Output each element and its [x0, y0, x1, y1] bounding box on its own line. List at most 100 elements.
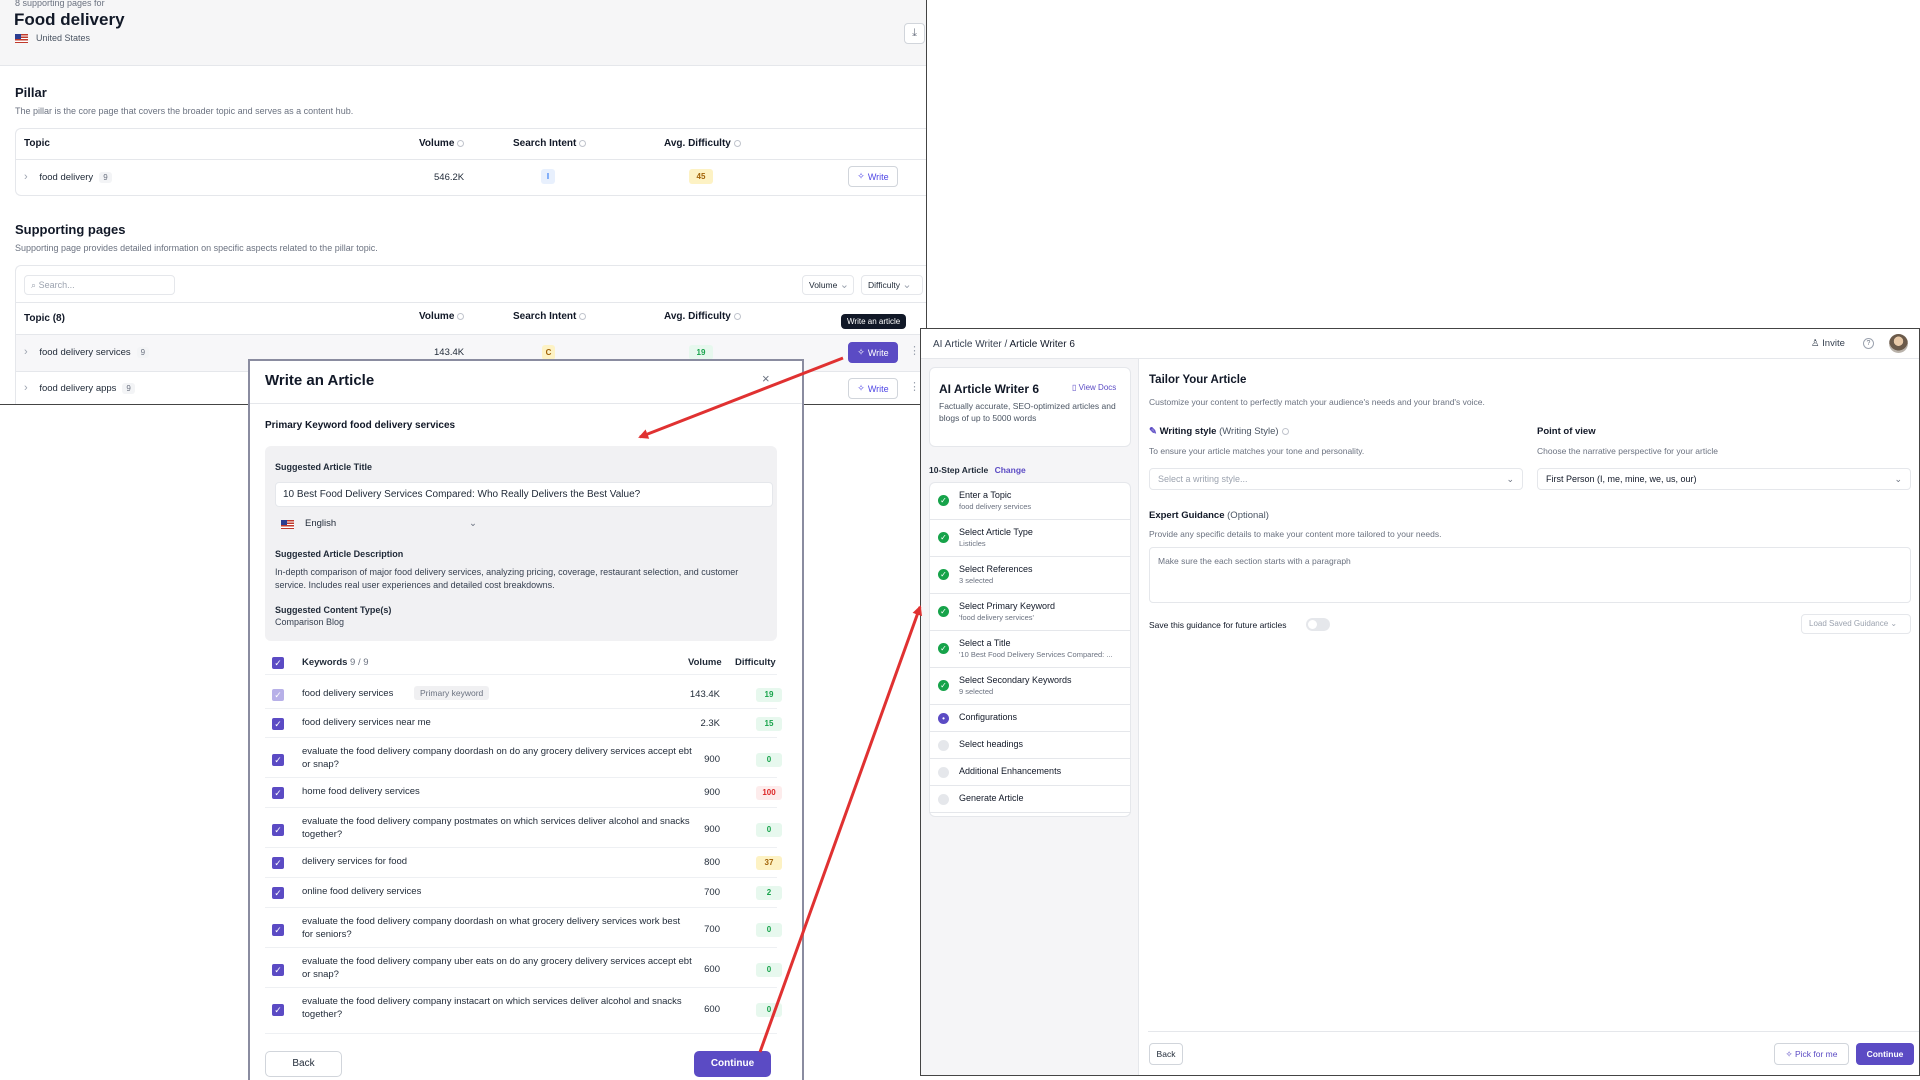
step-status-icon: [938, 740, 949, 751]
check-circle-icon: ✓: [938, 606, 949, 617]
chevron-down-icon: ⌄: [1894, 474, 1902, 484]
write-button[interactable]: ✧ Write: [848, 166, 898, 187]
load-saved-guidance[interactable]: Load Saved Guidance ⌄: [1801, 614, 1911, 634]
step-item[interactable]: Generate Article: [929, 786, 1131, 813]
document-icon: ▯: [1072, 383, 1077, 392]
back-button[interactable]: Back: [1149, 1043, 1183, 1065]
step-item[interactable]: ✓ Select Secondary Keywords 9 selected: [929, 668, 1131, 705]
view-docs-link[interactable]: ▯ View Docs: [1072, 383, 1116, 392]
keyword-volume: 900: [704, 787, 720, 798]
write-button[interactable]: ✧ Write: [848, 378, 898, 399]
search-input[interactable]: ⌕ Search...: [24, 275, 175, 295]
suggestion-card: Suggested Article Title 10 Best Food Del…: [265, 446, 777, 641]
step-item[interactable]: ✓ Select Primary Keyword 'food delivery se…: [929, 594, 1131, 631]
save-guidance-toggle[interactable]: [1306, 618, 1330, 631]
tailor-title: Tailor Your Article: [1149, 374, 1247, 386]
write-button[interactable]: ✧ Write: [848, 342, 898, 363]
avatar[interactable]: [1889, 334, 1908, 353]
step-title: Generate Article: [959, 793, 1024, 803]
step-status-icon: •: [938, 713, 949, 724]
supporting-count-label: 8 supporting pages for: [15, 0, 105, 8]
check-circle-icon: ✓: [938, 532, 949, 543]
pov-select[interactable]: First Person (I, me, mine, we, us, our) ⌄: [1537, 468, 1911, 490]
change-link[interactable]: Change: [995, 465, 1026, 475]
continue-button[interactable]: Continue: [694, 1051, 771, 1077]
volume-filter[interactable]: Volume ⌄: [802, 275, 854, 295]
keyword-volume: 800: [704, 857, 720, 868]
back-button[interactable]: Back: [265, 1051, 342, 1077]
continue-button[interactable]: Continue: [1856, 1043, 1914, 1065]
us-flag-icon: [281, 520, 294, 529]
difficulty-badge: 19: [689, 345, 713, 360]
keyword-checkbox[interactable]: ✓: [272, 787, 284, 799]
keyword-text: evaluate the food delivery company insta…: [302, 996, 682, 1020]
step-title: Select Secondary Keywords: [959, 675, 1072, 685]
step-item[interactable]: Select headings: [929, 732, 1131, 759]
keyword-checkbox[interactable]: ✓: [272, 1004, 284, 1016]
more-icon[interactable]: ⋮: [909, 380, 920, 393]
guidance-textarea[interactable]: Make sure the each section starts with a…: [1149, 547, 1911, 603]
guidance-description: Provide any specific details to make you…: [1149, 529, 1442, 539]
tailor-description: Customize your content to perfectly matc…: [1149, 397, 1485, 407]
breadcrumb-root[interactable]: AI Article Writer: [933, 339, 1002, 350]
keyword-checkbox[interactable]: ✓: [272, 964, 284, 976]
writing-style-select[interactable]: Select a writing style... ⌄: [1149, 468, 1523, 490]
keyword-checkbox[interactable]: ✓: [272, 718, 284, 730]
col-search-intent: Search Intent: [513, 138, 587, 149]
sparkle-icon: ✧: [857, 347, 865, 357]
keyword-difficulty-badge: 15: [756, 717, 782, 731]
modal-title: Write an Article: [265, 372, 375, 389]
keyword-checkbox[interactable]: ✓: [272, 754, 284, 766]
country-label: United States: [36, 33, 91, 43]
difficulty-filter[interactable]: Difficulty ⌄: [861, 275, 923, 295]
step-subtitle: 3 selected: [959, 576, 994, 585]
suggested-title-input[interactable]: 10 Best Food Delivery Services Compared:…: [275, 482, 773, 507]
select-all-checkbox[interactable]: ✓: [272, 657, 284, 669]
chevron-right-icon[interactable]: ›: [24, 171, 28, 183]
close-icon[interactable]: ×: [762, 371, 770, 386]
step-item[interactable]: ✓ Enter a Topic food delivery services: [929, 483, 1131, 520]
row-divider: [265, 907, 777, 908]
more-icon[interactable]: ⋮: [909, 344, 920, 357]
keyword-checkbox[interactable]: ✓: [272, 824, 284, 836]
breadcrumb: AI Article Writer / Article Writer 6: [933, 339, 1075, 350]
step-item[interactable]: • Configurations: [929, 705, 1131, 732]
keyword-checkbox[interactable]: ✓: [272, 857, 284, 869]
keyword-checkbox[interactable]: ✓: [272, 887, 284, 899]
pick-for-me-button[interactable]: ✧ Pick for me: [1774, 1043, 1849, 1065]
step-status-icon: [938, 794, 949, 805]
step-item[interactable]: ✓ Select Article Type Listicles: [929, 520, 1131, 557]
table-row[interactable]: › food delivery apps 9: [24, 382, 135, 394]
step-item[interactable]: Additional Enhancements: [929, 759, 1131, 786]
difficulty-badge: 45: [689, 169, 713, 184]
col-avg-difficulty: Avg. Difficulty: [664, 311, 741, 322]
suggested-title-label: Suggested Article Title: [275, 462, 373, 472]
chevron-right-icon[interactable]: ›: [24, 346, 28, 358]
table-row[interactable]: › food delivery 9: [24, 171, 112, 183]
step-item[interactable]: ✓ Select References 3 selected: [929, 557, 1131, 594]
language-select[interactable]: English ⌄: [305, 518, 477, 529]
keyword-difficulty-badge: 0: [756, 753, 782, 767]
invite-button[interactable]: ♙ Invite: [1811, 338, 1845, 349]
keyword-text: evaluate the food delivery company postm…: [302, 816, 690, 840]
keyword-volume: 2.3K: [700, 718, 720, 729]
keyword-checkbox[interactable]: ✓: [272, 689, 284, 701]
left-sidebar: AI Article Writer 6 ▯ View Docs Factuall…: [921, 359, 1139, 1075]
step-title: Select headings: [959, 739, 1024, 749]
writing-style-description: To ensure your article matches your tone…: [1149, 446, 1365, 456]
page-title: Food delivery: [14, 10, 125, 29]
keyword-difficulty-badge: 2: [756, 886, 782, 900]
step-item[interactable]: ✓ Select a Title '10 Best Food Delivery Se…: [929, 631, 1131, 668]
pillar-heading: Pillar: [15, 85, 47, 100]
chevron-right-icon[interactable]: ›: [24, 382, 28, 394]
keyword-checkbox[interactable]: ✓: [272, 924, 284, 936]
content-type-label: Suggested Content Type(s): [275, 605, 392, 615]
step-subtitle: '10 Best Food Delivery Services Compared…: [959, 650, 1113, 659]
step-subtitle: Listicles: [959, 539, 986, 548]
row-count-badge: 9: [99, 172, 112, 183]
help-icon[interactable]: ?: [1863, 338, 1874, 349]
difficulty-header: Difficulty: [735, 657, 776, 668]
keyword-text: food delivery services near me: [302, 717, 431, 728]
download-button[interactable]: ⤓: [904, 23, 925, 44]
table-row[interactable]: › food delivery services 9: [24, 346, 150, 358]
